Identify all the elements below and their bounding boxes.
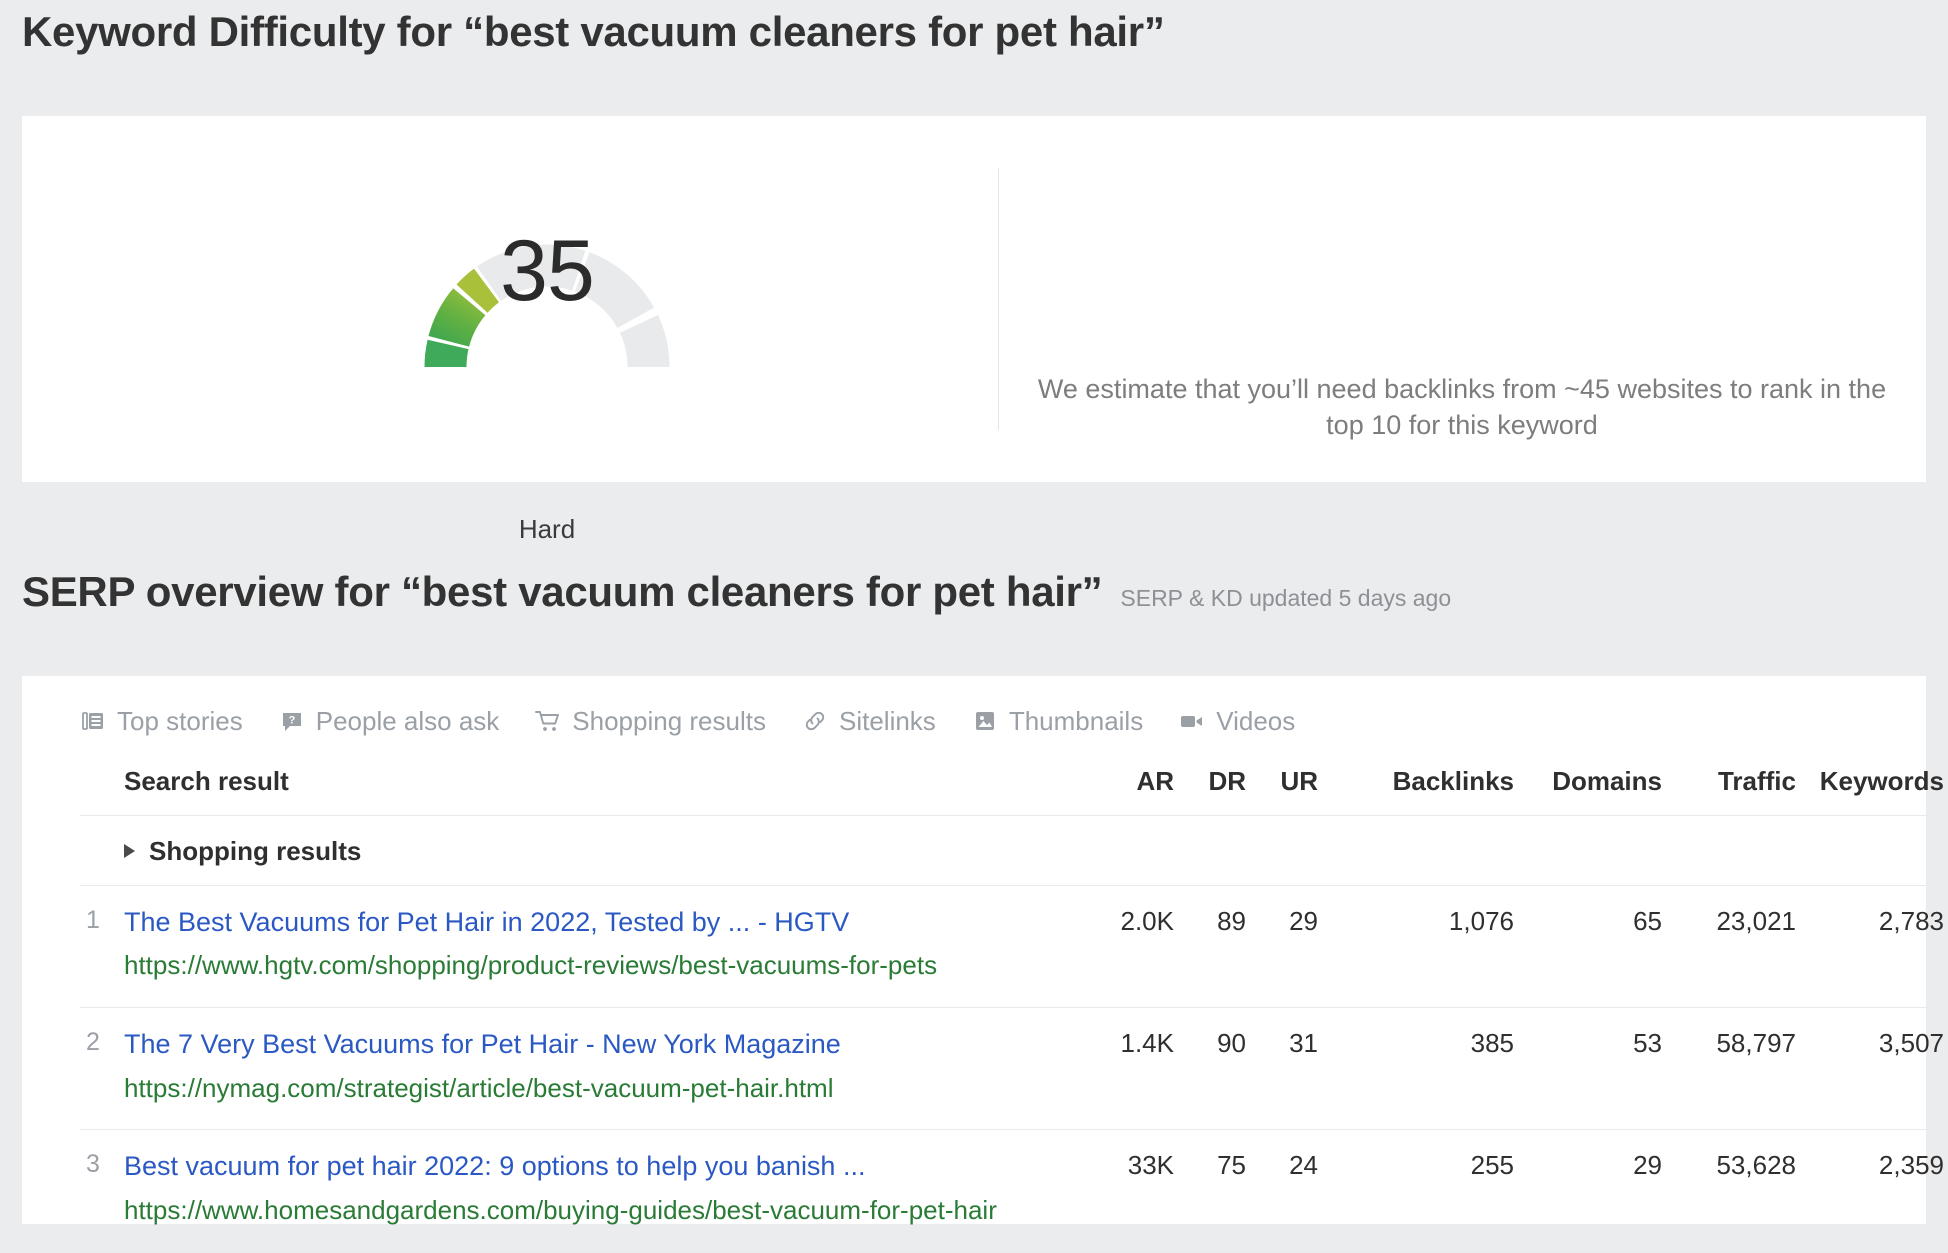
serp-feature-label: Videos	[1216, 705, 1296, 736]
result-cell: The 7 Very Best Vacuums for Pet Hair - N…	[124, 1007, 1070, 1131]
column-header-rank	[80, 752, 124, 816]
metric-backlinks: 255	[1318, 1129, 1514, 1253]
column-header-backlinks[interactable]: Backlinks	[1318, 752, 1514, 816]
result-title-link[interactable]: The Best Vacuums for Pet Hair in 2022, T…	[124, 906, 1046, 940]
kd-difficulty-label: Hard	[518, 514, 576, 544]
kd-backlinks-estimate: We estimate that you’ll need backlinks f…	[1037, 374, 1887, 441]
metric-ur: 31	[1246, 1007, 1318, 1131]
table-row[interactable]: 3 Best vacuum for pet hair 2022: 9 optio…	[80, 1129, 1944, 1253]
metric-backlinks: 385	[1318, 1007, 1514, 1131]
serp-feature-top-stories[interactable]: Top stories	[80, 706, 243, 737]
metric-ur: 24	[1246, 1129, 1318, 1253]
shopping-results-label: Shopping results	[149, 835, 362, 866]
kd-score-value: 35	[500, 223, 595, 319]
serp-feature-label: Thumbnails	[1008, 705, 1144, 736]
serp-feature-label: Sitelinks	[838, 705, 936, 736]
table-row[interactable]: 1 The Best Vacuums for Pet Hair in 2022,…	[80, 885, 1944, 1008]
vertical-divider	[998, 168, 999, 430]
result-rank: 2	[80, 1007, 124, 1131]
metric-ar: 2.0K	[1070, 885, 1174, 1008]
metric-backlinks: 1,076	[1318, 885, 1514, 1008]
result-cell: Best vacuum for pet hair 2022: 9 options…	[124, 1129, 1070, 1253]
shopping-results-toggle[interactable]: Shopping results	[124, 836, 361, 867]
serp-results-table: Search result AR DR UR Backlinks Domains…	[80, 752, 1944, 1253]
page-title: Keyword Difficulty for “best vacuum clea…	[22, 8, 1165, 55]
column-header-keywords[interactable]: Keywords	[1796, 752, 1944, 816]
result-url-link[interactable]: https://www.homesandgardens.com/buying-g…	[124, 1192, 1046, 1230]
table-row[interactable]: 2 The 7 Very Best Vacuums for Pet Hair -…	[80, 1007, 1944, 1131]
serp-feature-label: Shopping results	[572, 705, 766, 736]
metric-dr: 90	[1174, 1007, 1246, 1131]
metric-domains: 53	[1514, 1007, 1662, 1131]
column-header-ar[interactable]: AR	[1070, 752, 1174, 816]
column-header-traffic[interactable]: Traffic	[1662, 752, 1796, 816]
serp-overview-card: Top stories ? People also ask Shopping r…	[22, 676, 1944, 1253]
serp-overview-heading: SERP overview for “best vacuum cleaners …	[22, 568, 1451, 616]
serp-feature-videos[interactable]: Videos	[1179, 706, 1295, 737]
column-header-search-result[interactable]: Search result	[124, 752, 1070, 816]
serp-feature-people-also-ask[interactable]: ? People also ask	[279, 705, 500, 737]
serp-feature-sitelinks[interactable]: Sitelinks	[802, 706, 936, 737]
metric-traffic: 23,021	[1662, 885, 1796, 1008]
metric-ar: 33K	[1070, 1129, 1174, 1253]
metric-domains: 29	[1514, 1129, 1662, 1253]
thumbnails-icon	[972, 708, 998, 734]
serp-features-list: Top stories ? People also ask Shopping r…	[80, 696, 1295, 746]
shopping-cart-icon	[535, 708, 561, 734]
column-header-dr[interactable]: DR	[1174, 752, 1246, 816]
metric-keywords: 2,783	[1796, 885, 1944, 1008]
metric-keywords: 3,507	[1796, 1007, 1944, 1131]
result-title-link[interactable]: The 7 Very Best Vacuums for Pet Hair - N…	[124, 1028, 1046, 1062]
sitelinks-icon	[802, 708, 828, 734]
metric-ur: 29	[1246, 885, 1318, 1008]
serp-feature-label: People also ask	[315, 705, 500, 736]
shopping-row-spacer	[80, 815, 124, 886]
column-header-domains[interactable]: Domains	[1514, 752, 1662, 816]
metric-traffic: 53,628	[1662, 1129, 1796, 1253]
metric-dr: 89	[1174, 885, 1246, 1008]
metric-ar: 1.4K	[1070, 1007, 1174, 1131]
people-also-ask-icon: ?	[279, 708, 305, 734]
result-rank: 1	[80, 885, 124, 1008]
serp-overview-title: SERP overview for “best vacuum cleaners …	[22, 568, 1103, 615]
serp-feature-label: Top stories	[117, 705, 243, 736]
serp-feature-shopping-results[interactable]: Shopping results	[535, 706, 766, 737]
metric-dr: 75	[1174, 1129, 1246, 1253]
keyword-difficulty-page: Keyword Difficulty for “best vacuum clea…	[0, 0, 1948, 1253]
videos-icon	[1179, 708, 1205, 734]
result-url-link[interactable]: https://www.hgtv.com/shopping/product-re…	[124, 947, 1046, 985]
metric-traffic: 58,797	[1662, 1007, 1796, 1131]
svg-text:?: ?	[288, 715, 295, 727]
table-header-row: Search result AR DR UR Backlinks Domains…	[80, 752, 1944, 816]
result-rank: 3	[80, 1129, 124, 1253]
shopping-row-cell: Shopping results	[124, 815, 1944, 886]
serp-feature-thumbnails[interactable]: Thumbnails	[972, 706, 1143, 737]
result-title-link[interactable]: Best vacuum for pet hair 2022: 9 options…	[124, 1150, 1046, 1184]
keyword-difficulty-card: 35 Hard We estimate that you’ll need bac…	[22, 116, 1926, 544]
metric-domains: 65	[1514, 885, 1662, 1008]
result-url-link[interactable]: https://nymag.com/strategist/article/bes…	[124, 1070, 1046, 1108]
table-row-shopping-results[interactable]: Shopping results	[80, 815, 1944, 886]
top-stories-icon	[80, 708, 106, 734]
metric-keywords: 2,359	[1796, 1129, 1944, 1253]
kd-gauge-container: 35 Hard	[22, 116, 998, 544]
chevron-right-icon	[124, 844, 135, 858]
column-header-ur[interactable]: UR	[1246, 752, 1318, 816]
result-cell: The Best Vacuums for Pet Hair in 2022, T…	[124, 885, 1070, 1008]
serp-updated-meta: SERP & KD updated 5 days ago	[1120, 585, 1452, 611]
